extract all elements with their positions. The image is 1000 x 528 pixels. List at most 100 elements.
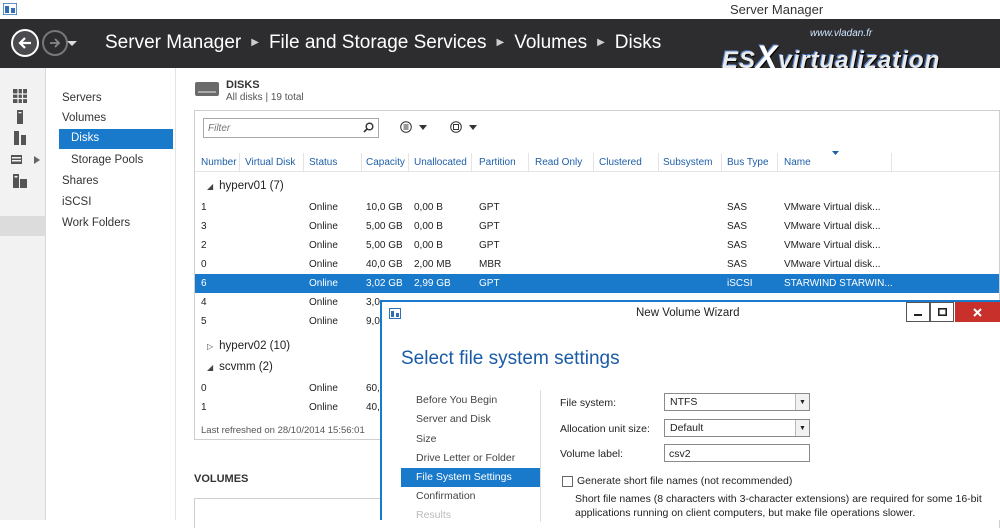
- dashboard-icon[interactable]: [13, 89, 27, 103]
- cell-unallocated: 0,00 B: [414, 202, 443, 213]
- step-server-and-disk[interactable]: Server and Disk: [416, 413, 491, 425]
- breadcrumb-separator-icon: ▶: [496, 37, 505, 48]
- tree-item-servers[interactable]: Servers: [62, 92, 102, 104]
- col-virtual-disk[interactable]: Virtual Disk: [245, 157, 295, 168]
- col-clustered[interactable]: Clustered: [599, 157, 642, 168]
- column-divider: [239, 153, 240, 171]
- table-row[interactable]: 0 Online 40,0 GB 2,00 MB MBR SAS VMware …: [195, 255, 999, 274]
- column-divider: [361, 153, 362, 171]
- cell-partition: GPT: [479, 221, 500, 232]
- cell-number: 3: [201, 221, 207, 232]
- wizard-heading: Select file system settings: [401, 348, 620, 369]
- breadcrumb-separator-icon: ▶: [597, 37, 605, 48]
- allocation-unit-select[interactable]: Default ▼: [664, 419, 810, 437]
- column-divider: [891, 153, 892, 171]
- back-button[interactable]: [11, 29, 39, 57]
- collapse-triangle-icon[interactable]: ◢: [207, 363, 213, 372]
- table-row[interactable]: 2 Online 5,00 GB 0,00 B GPT SAS VMware V…: [195, 236, 999, 255]
- maximize-icon: [937, 308, 947, 316]
- wizard-title-bar[interactable]: New Volume Wizard: [382, 302, 1000, 326]
- table-row-selected[interactable]: 6 Online 3,02 GB 2,99 GB GPT iSCSI STARW…: [195, 274, 999, 293]
- history-dropdown-icon[interactable]: [67, 41, 77, 46]
- col-status[interactable]: Status: [309, 157, 337, 168]
- table-row[interactable]: 3 Online 5,00 GB 0,00 B GPT SAS VMware V…: [195, 217, 999, 236]
- close-button[interactable]: [955, 302, 1000, 322]
- table-row[interactable]: 1 Online 10,0 GB 0,00 B GPT SAS VMware V…: [195, 198, 999, 217]
- cell-capacity: 10,0 GB: [366, 202, 403, 213]
- window-title: Server Manager: [730, 2, 824, 17]
- cell-capacity: 5,00 GB: [366, 240, 403, 251]
- short-names-label[interactable]: Generate short file names (not recommend…: [577, 475, 792, 487]
- col-bus-type[interactable]: Bus Type: [727, 157, 769, 168]
- collapse-triangle-icon[interactable]: ◢: [207, 182, 213, 191]
- file-system-select[interactable]: NTFS ▼: [664, 393, 810, 411]
- tree-item-shares[interactable]: Shares: [62, 175, 98, 187]
- step-confirmation[interactable]: Confirmation: [416, 490, 476, 502]
- cell-status: Online: [309, 221, 338, 232]
- tree-item-volumes[interactable]: Volumes: [62, 112, 106, 124]
- expand-triangle-icon[interactable]: ▷: [207, 342, 213, 351]
- cell-partition: MBR: [479, 259, 502, 270]
- minimize-button[interactable]: [906, 302, 930, 322]
- cell-bus: iSCSI: [727, 278, 753, 289]
- cell-status: Online: [309, 259, 338, 270]
- navigation-tree: Servers Volumes Disks Storage Pools Shar…: [46, 68, 176, 520]
- filter-input[interactable]: [204, 119, 354, 137]
- tree-item-disks[interactable]: Disks: [59, 129, 173, 149]
- cell-number: 6: [201, 278, 207, 289]
- group-hyperv01[interactable]: ◢ hyperv01 (7): [207, 180, 284, 192]
- step-before-you-begin[interactable]: Before You Begin: [416, 394, 497, 406]
- col-partition[interactable]: Partition: [479, 157, 516, 168]
- filter-box[interactable]: [203, 118, 379, 138]
- tree-item-work-folders[interactable]: Work Folders: [62, 217, 130, 229]
- new-volume-wizard: New Volume Wizard Select file system set…: [380, 300, 1000, 522]
- short-names-checkbox[interactable]: [562, 476, 573, 487]
- cell-bus: SAS: [727, 202, 748, 213]
- column-divider: [528, 153, 529, 171]
- file-system-value: NTFS: [670, 396, 698, 408]
- step-file-system-settings[interactable]: File System Settings: [401, 468, 540, 487]
- chevron-down-icon[interactable]: ▼: [795, 394, 809, 410]
- all-servers-icon[interactable]: [13, 131, 27, 145]
- breadcrumb-server-manager[interactable]: Server Manager: [105, 32, 241, 53]
- save-query-button[interactable]: [450, 121, 480, 136]
- group-hyperv02[interactable]: ▷ hyperv02 (10): [207, 340, 290, 352]
- step-drive-letter[interactable]: Drive Letter or Folder: [416, 452, 515, 464]
- tree-item-iscsi[interactable]: iSCSI: [62, 196, 91, 208]
- breadcrumb-file-storage[interactable]: File and Storage Services: [269, 32, 487, 53]
- col-number[interactable]: Number: [201, 157, 237, 168]
- search-icon[interactable]: [363, 122, 374, 133]
- tree-item-storage-pools[interactable]: Storage Pools: [71, 154, 143, 166]
- col-unallocated[interactable]: Unallocated: [414, 157, 467, 168]
- cell-name: VMware Virtual disk...: [784, 240, 881, 251]
- file-system-label: File system:: [560, 397, 617, 409]
- roles-icon[interactable]: [13, 174, 27, 188]
- cell-name: VMware Virtual disk...: [784, 221, 881, 232]
- cell-number: 0: [201, 383, 207, 394]
- sort-indicator-icon: [832, 151, 839, 155]
- volume-label-input[interactable]: [664, 444, 810, 462]
- col-name[interactable]: Name: [784, 157, 811, 168]
- col-read-only[interactable]: Read Only: [535, 157, 582, 168]
- step-size[interactable]: Size: [416, 433, 436, 445]
- chevron-down-icon[interactable]: ▼: [795, 420, 809, 436]
- rail-selection: [0, 216, 46, 236]
- maximize-button[interactable]: [930, 302, 954, 322]
- cell-status: Online: [309, 278, 338, 289]
- expand-chevron-icon[interactable]: [34, 156, 40, 164]
- disk-icon: [195, 82, 219, 96]
- forward-button[interactable]: [42, 30, 68, 56]
- cell-unallocated: 0,00 B: [414, 240, 443, 251]
- cell-bus: SAS: [727, 259, 748, 270]
- group-scvmm[interactable]: ◢ scvmm (2): [207, 361, 273, 373]
- cell-number: 2: [201, 240, 207, 251]
- col-subsystem[interactable]: Subsystem: [663, 157, 712, 168]
- list-options-button[interactable]: [400, 121, 430, 136]
- allocation-unit-value: Default: [670, 422, 704, 434]
- col-capacity[interactable]: Capacity: [366, 157, 405, 168]
- local-server-icon[interactable]: [13, 110, 27, 124]
- cell-capacity: 3,0: [366, 297, 380, 308]
- breadcrumb-separator-icon: ▶: [251, 37, 259, 48]
- breadcrumb-volumes[interactable]: Volumes: [514, 32, 587, 53]
- file-storage-services-icon[interactable]: [11, 152, 27, 166]
